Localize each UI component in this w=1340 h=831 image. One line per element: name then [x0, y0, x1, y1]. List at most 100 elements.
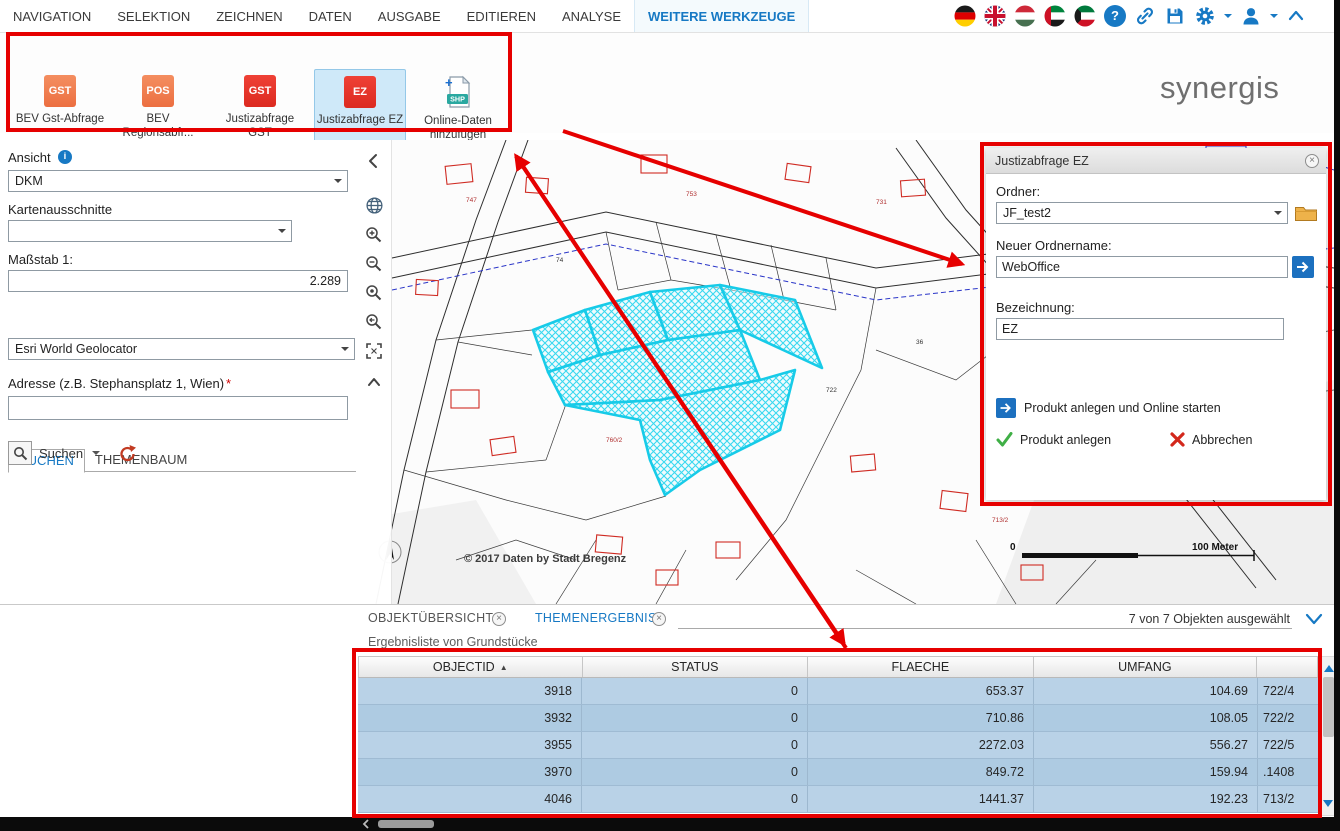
user-icon[interactable]: [1240, 5, 1262, 27]
menu-weitere-werkzeuge[interactable]: WEITERE WERKZEUGE: [634, 0, 809, 32]
info-icon[interactable]: i: [58, 150, 72, 164]
column-header-objectid[interactable]: OBJECTID▲: [359, 657, 583, 677]
scroll-up-icon[interactable]: [1324, 660, 1334, 672]
sort-ascending-icon: ▲: [500, 663, 508, 672]
abbrechen-button[interactable]: Abbrechen: [1170, 432, 1252, 447]
massstab-label: Maßstab 1:: [8, 252, 73, 267]
dialog-header[interactable]: Justizabfrage EZ: [986, 148, 1326, 174]
table-row[interactable]: 39320710.86108.05722/2: [358, 705, 1318, 732]
collapse-up-icon[interactable]: [1286, 6, 1306, 26]
ansicht-label: Ansicht: [8, 150, 51, 165]
zoom-in-icon[interactable]: [359, 222, 389, 248]
gear-icon[interactable]: [1194, 5, 1216, 27]
geolocator-dropdown[interactable]: Esri World Geolocator: [8, 338, 355, 360]
menu-navigation[interactable]: NAVIGATION: [0, 0, 104, 32]
suchen-button[interactable]: Suchen: [39, 446, 83, 461]
tool-label: BEV Regionsabfr...: [112, 112, 204, 141]
results-subtitle: Ergebnisliste von Grundstücke: [368, 635, 538, 649]
ansicht-dropdown[interactable]: DKM: [8, 170, 348, 192]
massstab-input[interactable]: [8, 270, 348, 292]
kartenausschnitte-dropdown[interactable]: [8, 220, 292, 242]
svg-text:713/2: 713/2: [992, 517, 1009, 524]
full-extent-icon[interactable]: [359, 338, 389, 364]
column-header-status[interactable]: STATUS: [583, 657, 809, 677]
link-icon[interactable]: [1134, 5, 1156, 27]
svg-text:36: 36: [916, 339, 924, 346]
tab-close-icon[interactable]: ×: [652, 612, 666, 626]
dialog-close-icon[interactable]: ×: [1305, 154, 1319, 168]
pos-orange-icon: POS: [142, 75, 174, 107]
produkt-online-starten-button[interactable]: Produkt anlegen und Online starten: [996, 398, 1221, 418]
collapse-sidebar-icon[interactable]: [359, 148, 389, 174]
menu-analyse[interactable]: ANALYSE: [549, 0, 634, 32]
tool-label: Justizabfrage GST: [214, 112, 306, 141]
bezeichnung-label: Bezeichnung:: [996, 300, 1075, 315]
help-icon[interactable]: ?: [1104, 5, 1126, 27]
zoom-previous-icon[interactable]: [359, 309, 389, 335]
svg-text:747: 747: [466, 197, 477, 204]
british-flag-icon[interactable]: [984, 5, 1006, 27]
kartenausschnitte-label: Kartenausschnitte: [8, 202, 112, 217]
bezeichnung-input[interactable]: [996, 318, 1284, 340]
chevron-down-icon: [341, 347, 349, 355]
hungarian-flag-icon[interactable]: [1014, 5, 1036, 27]
submit-ordnername-button[interactable]: [1292, 256, 1314, 278]
zoom-selection-icon[interactable]: [359, 280, 389, 306]
user-caret-icon[interactable]: [1270, 14, 1278, 22]
scroll-down-icon[interactable]: [1323, 800, 1333, 812]
table-row[interactable]: 404601441.37192.23713/2: [358, 786, 1318, 813]
menu-editieren[interactable]: EDITIEREN: [454, 0, 549, 32]
menu-zeichnen[interactable]: ZEICHNEN: [203, 0, 295, 32]
collapse-results-icon[interactable]: [1303, 610, 1325, 628]
suchen-caret-icon[interactable]: [92, 451, 100, 459]
folder-icon[interactable]: [1294, 203, 1318, 223]
column-header-extra[interactable]: [1257, 657, 1317, 677]
ordner-dropdown[interactable]: JF_test2: [996, 202, 1288, 224]
reset-undo-icon[interactable]: [118, 443, 138, 463]
kuwait-flag-icon[interactable]: [1074, 5, 1096, 27]
menu-bar: NAVIGATION SELEKTION ZEICHNEN DATEN AUSG…: [0, 0, 1340, 33]
globe-icon[interactable]: [359, 192, 389, 218]
tools-toolbar: GST BEV Gst-Abfrage POS BEV Regionsabfr.…: [0, 33, 1340, 133]
search-icon: [8, 441, 32, 465]
tab-objektuebersicht[interactable]: OBJEKTÜBERSICHT: [368, 611, 493, 625]
gear-caret-icon[interactable]: [1224, 14, 1232, 22]
horizontal-scrollbar-thumb[interactable]: [378, 820, 434, 828]
svg-text:731: 731: [876, 199, 887, 206]
required-asterisk: *: [226, 376, 231, 391]
save-icon[interactable]: [1164, 5, 1186, 27]
table-header-row: OBJECTID▲ STATUS FLAECHE UMFANG: [358, 656, 1318, 678]
zoom-out-icon[interactable]: [359, 251, 389, 277]
svg-text:753: 753: [686, 191, 697, 198]
tab-themenergebnis[interactable]: THEMENERGEBNIS: [535, 611, 657, 625]
tool-label: BEV Gst-Abfrage: [14, 112, 106, 126]
synergis-logo: synergis: [1160, 70, 1320, 108]
tab-close-icon[interactable]: ×: [492, 612, 506, 626]
produkt-anlegen-button[interactable]: Produkt anlegen: [996, 432, 1111, 447]
menu-ausgabe[interactable]: AUSGABE: [365, 0, 454, 32]
table-row[interactable]: 395502272.03556.27722/5: [358, 732, 1318, 759]
scrollbar-thumb[interactable]: [1323, 677, 1334, 737]
selection-status: 7 von 7 Objekten ausgewählt: [1090, 612, 1290, 626]
right-edge: [1334, 0, 1340, 831]
collapse-toolbar-up-icon[interactable]: [359, 370, 389, 396]
arrow-right-icon: [996, 398, 1016, 418]
gst-orange-icon: GST: [44, 75, 76, 107]
menu-daten[interactable]: DATEN: [296, 0, 365, 32]
column-header-umfang[interactable]: UMFANG: [1034, 657, 1258, 677]
svg-text:760/2: 760/2: [606, 437, 623, 444]
bottom-scrollbar-bar: [0, 817, 1340, 831]
column-header-flaeche[interactable]: FLAECHE: [808, 657, 1034, 677]
neuer-ordnername-input[interactable]: [996, 256, 1288, 278]
adresse-input[interactable]: [8, 396, 348, 420]
logo-text: synergis: [1160, 70, 1279, 105]
scroll-left-icon[interactable]: [360, 818, 372, 830]
table-row[interactable]: 39180653.37104.69722/4: [358, 678, 1318, 705]
table-row[interactable]: 39700849.72159.94.1408: [358, 759, 1318, 786]
uae-flag-icon[interactable]: [1044, 5, 1066, 27]
menu-selektion[interactable]: SELEKTION: [104, 0, 203, 32]
ez-red-icon: EZ: [344, 76, 376, 108]
neuer-ordnername-label: Neuer Ordnername:: [996, 238, 1112, 253]
german-flag-icon[interactable]: [954, 5, 976, 27]
map-copyright: © 2017 Daten by Stadt Bregenz: [464, 553, 627, 565]
